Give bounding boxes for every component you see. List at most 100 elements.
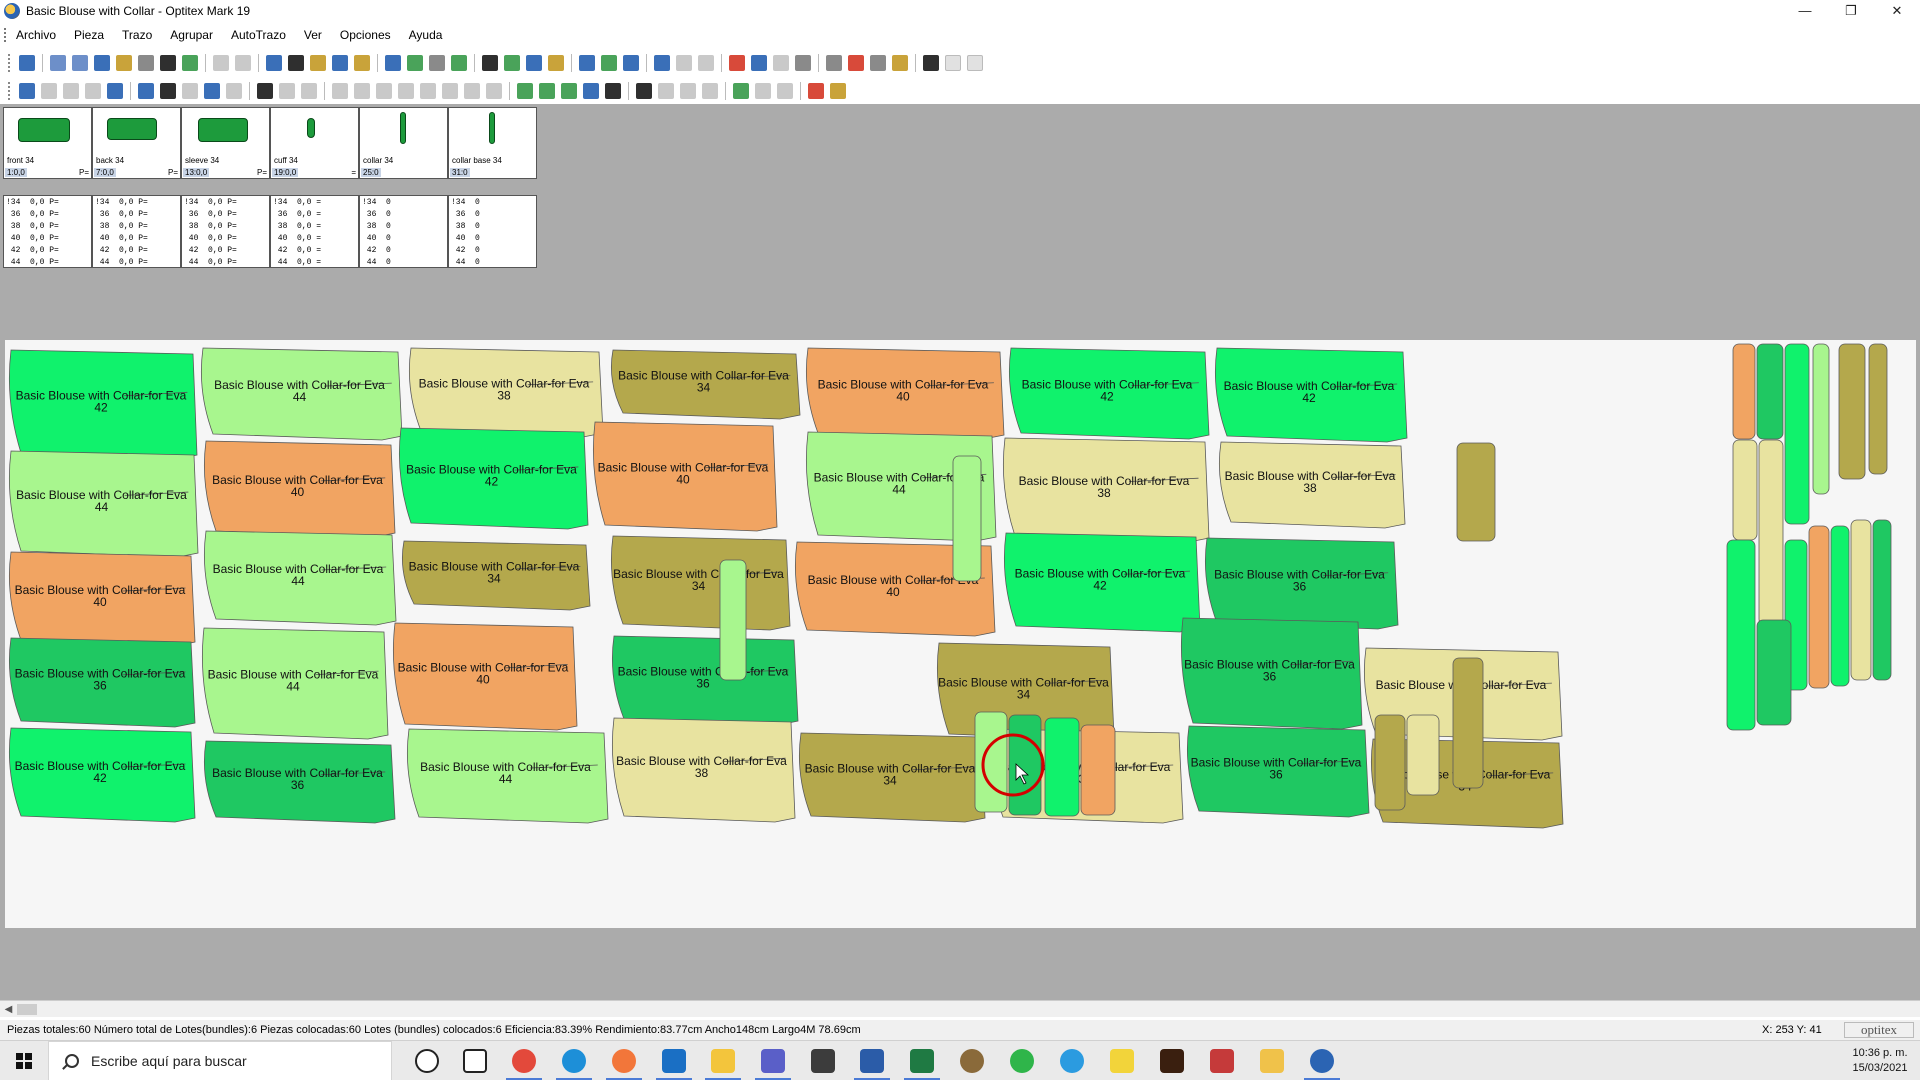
collar-cuff-strip[interactable] <box>1868 343 1888 475</box>
delete-icon[interactable] <box>729 54 745 71</box>
cut-icon[interactable] <box>795 54 811 71</box>
marker-piece[interactable]: Basic Blouse with Collar-for Eva38 <box>1002 437 1210 543</box>
size-quantity-table[interactable]: !34 0,0 = 36 0,0 = 38 0,0 = 40 0,0 = 42 … <box>270 195 359 268</box>
menu-ver[interactable]: Ver <box>295 28 331 42</box>
globe-icon[interactable] <box>429 54 445 71</box>
marker-piece[interactable]: Basic Blouse with Collar-for Eva42 <box>1214 347 1408 443</box>
right-arrow-icon[interactable] <box>354 82 370 99</box>
text-icon[interactable] <box>526 54 542 71</box>
sort-icon[interactable] <box>486 82 502 99</box>
marker-piece[interactable]: Basic Blouse with Collar-for Eva36 <box>1204 537 1399 630</box>
import-icon[interactable] <box>332 54 348 71</box>
marker-piece[interactable]: Basic Blouse with Collar-for Eva38 <box>408 347 604 438</box>
layer-icon[interactable] <box>301 82 317 99</box>
collar-cuff-strip[interactable] <box>1784 343 1810 525</box>
print-icon[interactable] <box>138 54 154 71</box>
pointer-icon[interactable] <box>19 54 35 71</box>
marker-canvas[interactable]: Basic Blouse with Collar-for Eva 42 Basic … <box>5 340 1916 928</box>
taskbar-search[interactable]: Escribe aquí para buscar <box>48 1041 392 1080</box>
next-icon[interactable] <box>41 82 57 99</box>
collar-cuff-strip[interactable] <box>1732 439 1758 541</box>
marker-piece[interactable]: Basic Blouse with Collar-for Eva36 <box>1180 617 1363 730</box>
collar-cuff-strip[interactable] <box>1044 717 1080 817</box>
excel-icon[interactable] <box>910 1049 934 1073</box>
firefox-icon[interactable] <box>612 1049 636 1073</box>
play-icon[interactable] <box>19 82 35 99</box>
scroll-thumb[interactable] <box>17 1004 37 1015</box>
collar-cuff-strip[interactable] <box>719 559 747 681</box>
group-icon[interactable] <box>751 54 767 71</box>
collar-cuff-strip[interactable] <box>1756 619 1792 726</box>
collar-cuff-strip[interactable] <box>1850 519 1872 681</box>
game-icon[interactable] <box>960 1049 984 1073</box>
tri-right-icon[interactable] <box>442 82 458 99</box>
close-icon[interactable] <box>658 82 674 99</box>
rotate-piece-icon[interactable] <box>226 82 242 99</box>
marker-piece[interactable]: Basic Blouse with Collar-for Eva36 <box>8 637 196 728</box>
open-folder-icon[interactable] <box>116 54 132 71</box>
piece-info-icon[interactable] <box>279 82 295 99</box>
matching-icon[interactable] <box>826 54 842 71</box>
settings-icon[interactable] <box>967 54 983 71</box>
collar-cuff-strip[interactable] <box>1872 519 1892 681</box>
collar-cuff-strip[interactable] <box>1808 525 1830 689</box>
minimize-button[interactable]: — <box>1782 0 1828 22</box>
binoculars-icon[interactable] <box>288 54 304 71</box>
flip-icon[interactable] <box>182 82 198 99</box>
marker-piece[interactable]: Basic Blouse with Collar-for Eva44 <box>203 530 397 626</box>
align-icon[interactable] <box>482 54 498 71</box>
excel-export-icon[interactable] <box>182 54 198 71</box>
puzzle-icon[interactable] <box>1210 1049 1234 1073</box>
plot-icon[interactable] <box>160 54 176 71</box>
marker-piece[interactable]: Basic Blouse with Collar-for Eva40 <box>392 622 578 731</box>
marker-piece[interactable]: Basic Blouse with Collar-for Eva44 <box>8 450 199 558</box>
marker-piece[interactable]: Basic Blouse with Collar-for Eva34 <box>798 732 986 823</box>
horizontal-scrollbar[interactable]: ◀ <box>0 1000 1920 1017</box>
move-icon[interactable] <box>204 82 220 99</box>
file-explorer-icon[interactable] <box>711 1049 735 1073</box>
new-file-icon[interactable] <box>50 54 66 71</box>
menu-agrupar[interactable]: Agrupar <box>161 28 222 42</box>
start-button[interactable] <box>0 1041 48 1080</box>
illustrator-icon[interactable] <box>1160 1049 1184 1073</box>
report-icon[interactable] <box>310 54 326 71</box>
piece-card[interactable]: cuff 34 19:0,0 = <box>270 107 359 179</box>
compact-icon[interactable] <box>160 82 176 99</box>
edge-icon[interactable] <box>562 1049 586 1073</box>
tri-left-icon[interactable] <box>420 82 436 99</box>
marker-piece[interactable]: Basic Blouse with Collar-for Eva42 <box>8 727 196 823</box>
menu-opciones[interactable]: Opciones <box>331 28 400 42</box>
collar-cuff-strip[interactable] <box>1080 724 1116 816</box>
collar-cuff-strip[interactable] <box>1406 714 1440 796</box>
maximize-button[interactable]: ❐ <box>1828 0 1874 22</box>
marker-piece[interactable]: Basic Blouse with Collar-for Eva34 <box>610 535 791 631</box>
whatsapp-icon[interactable] <box>1010 1049 1034 1073</box>
down-arrow-icon[interactable] <box>376 82 392 99</box>
marker-settings-icon[interactable] <box>451 54 467 71</box>
piece-card[interactable]: collar base 34 31:0 <box>448 107 537 179</box>
ungroup-icon[interactable] <box>773 54 789 71</box>
collar-cuff-strip[interactable] <box>1812 343 1830 495</box>
sticky-notes-icon[interactable] <box>1110 1049 1134 1073</box>
save-icon[interactable] <box>94 54 110 71</box>
collar-cuff-strip[interactable] <box>1732 343 1756 440</box>
measure-icon[interactable] <box>561 82 577 99</box>
redo-icon[interactable] <box>235 54 251 71</box>
cost-icon[interactable] <box>870 54 886 71</box>
collar-cuff-strip[interactable] <box>1830 525 1850 687</box>
marker-piece[interactable]: Basic Blouse with Collar-for Eva42 <box>8 349 198 460</box>
marker-piece[interactable]: Basic Blouse with Collar-for Eva40 <box>592 421 778 532</box>
marker-piece[interactable]: Basic Blouse with Collar-for Eva40 <box>805 347 1005 440</box>
marker-piece[interactable]: Basic Blouse with Collar-for Eva40 <box>203 440 396 538</box>
optitex-taskbar-icon[interactable] <box>1310 1049 1334 1073</box>
collar-cuff-strip[interactable] <box>1758 439 1784 626</box>
size-quantity-table[interactable]: !34 0,0 P= 36 0,0 P= 38 0,0 P= 40 0,0 P=… <box>3 195 92 268</box>
buffer-icon[interactable] <box>464 82 480 99</box>
menu-trazo[interactable]: Trazo <box>113 28 161 42</box>
marker-piece[interactable]: Basic Blouse with Collar-for Eva36 <box>204 740 396 824</box>
piece-card[interactable]: back 34 7:0,0 P= <box>92 107 181 179</box>
color-icon[interactable] <box>945 54 961 71</box>
angle-icon[interactable] <box>539 82 555 99</box>
piece-card[interactable]: collar 34 25:0 <box>359 107 448 179</box>
marker-piece[interactable]: Basic Blouse with Collar-for Eva40 <box>8 551 196 647</box>
